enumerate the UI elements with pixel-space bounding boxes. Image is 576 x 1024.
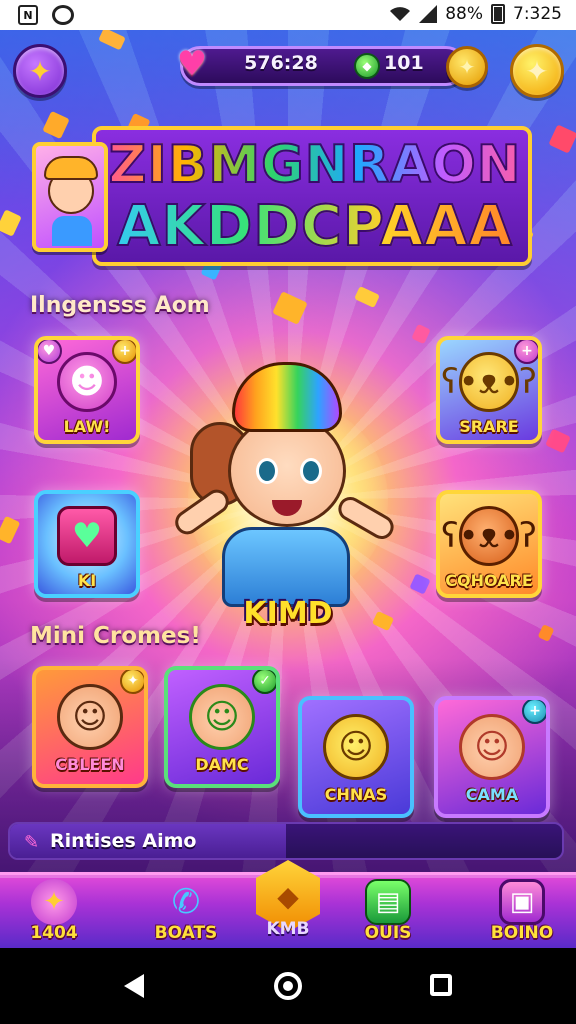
- notification-icon: N: [18, 5, 38, 25]
- confetti-gem: [0, 209, 22, 237]
- orange-bear-icon: ʕ•ᴥ•ʔ: [441, 506, 537, 566]
- heart-badge-icon: ♥: [38, 340, 62, 364]
- logo-title-line2: AKDDCPAAA: [100, 192, 530, 262]
- carrot-icon: ✦: [31, 879, 77, 925]
- confetti-gem: [409, 573, 431, 595]
- timer-readout: 576:28: [244, 52, 318, 74]
- plus-badge-icon: +: [112, 340, 136, 364]
- coin-badge-icon: ✦: [120, 670, 144, 694]
- feature-tile-2-label: SRARE: [459, 417, 519, 436]
- menu-icon: ✦: [28, 54, 52, 88]
- mini-game-tile-2-label: DAMC: [195, 755, 249, 774]
- menu-button[interactable]: ✦: [13, 44, 67, 98]
- settings-icon: ✦: [525, 54, 549, 88]
- progress-bar[interactable]: ✎ Rintises Aimo: [8, 822, 564, 860]
- section-title-top: Ilngensss Aom: [30, 293, 210, 318]
- feature-tile-1[interactable]: ♥ + ☻ LAW!: [34, 336, 140, 444]
- mini-game-tile-1-label: CBLEEN: [55, 755, 125, 774]
- hero-right-eye: [300, 458, 322, 484]
- hero-left-eye: [256, 458, 278, 484]
- coin-icon: ✦: [458, 55, 476, 79]
- nav-item-4[interactable]: ▤ OUIS: [338, 875, 438, 948]
- coin-button[interactable]: ✦: [446, 46, 488, 88]
- recent-apps-icon[interactable]: [430, 974, 452, 996]
- nav-item-5-label: BOINO: [490, 923, 554, 943]
- system-nav-bar: [0, 948, 576, 1024]
- logo-title-line1: ZIBMGNRAON: [100, 130, 530, 200]
- hero-body: [222, 527, 350, 607]
- wifi-icon: [390, 7, 411, 21]
- feature-tile-1-label: LAW!: [63, 417, 111, 436]
- hero-name: KIMD: [243, 596, 333, 631]
- home-icon[interactable]: [274, 972, 302, 1000]
- feature-tile-3-label: KI: [77, 571, 97, 590]
- confetti-gem: [354, 286, 380, 308]
- gem-count: 101: [384, 52, 424, 74]
- logo-portrait: [32, 142, 108, 252]
- feature-tile-2[interactable]: + ʕ•ᴥ•ʔ SRARE: [436, 336, 542, 444]
- confetti-gem: [537, 624, 555, 642]
- green-hair-kid-icon: ☺: [189, 684, 255, 750]
- confetti-gem: [98, 30, 126, 51]
- battery-percent: 88%: [445, 4, 483, 24]
- confetti-gem: [545, 428, 571, 454]
- nav-item-5[interactable]: ▣ BOINO: [472, 875, 572, 948]
- feature-tile-3[interactable]: ♥ KI: [34, 490, 140, 598]
- sparkle-icon: ✎: [24, 832, 40, 853]
- nav-item-3-label: KMB: [266, 919, 310, 939]
- book-icon: ▤: [365, 879, 411, 925]
- nav-item-1-label: 1404: [30, 923, 78, 943]
- pink-monster-icon: ☻: [57, 352, 117, 412]
- mini-game-tile-4-label: CAMA: [465, 785, 519, 804]
- back-icon[interactable]: [124, 974, 144, 998]
- yellow-bear-icon: ʕ•ᴥ•ʔ: [441, 352, 537, 412]
- settings-button[interactable]: ✦: [510, 44, 564, 98]
- gem-icon: ◆: [354, 53, 380, 79]
- confetti-gem: [0, 515, 21, 545]
- mini-game-tile-4[interactable]: + ☺ CAMA: [434, 696, 550, 818]
- feature-tile-4[interactable]: ʕ•ᴥ•ʔ CQHOARE: [436, 490, 542, 598]
- heart-gem-icon: ♥: [57, 506, 117, 566]
- sync-icon: [52, 5, 74, 25]
- plus-badge-icon: +: [522, 700, 546, 724]
- confetti-gem: [272, 291, 308, 325]
- progress-label: Rintises Aimo: [50, 830, 197, 852]
- section-title-mini-games: Mini Cromes!: [30, 623, 201, 649]
- nav-item-1[interactable]: ✦ 1404: [4, 875, 104, 948]
- mini-game-tile-1[interactable]: ✦ ☺ CBLEEN: [32, 666, 148, 788]
- nav-item-2[interactable]: ✆ BOATS: [136, 875, 236, 948]
- mini-game-tile-3[interactable]: ☺ CHNAS: [298, 696, 414, 818]
- nav-item-2-label: BOATS: [154, 923, 218, 943]
- battery-icon: [491, 4, 505, 24]
- signal-icon: [419, 5, 438, 23]
- yellow-creature-icon: ☺: [323, 714, 389, 780]
- blond-kid-icon: ☺: [57, 684, 123, 750]
- mini-game-tile-2[interactable]: ✓ ☺ DAMC: [164, 666, 280, 788]
- hero-rainbow-hair: [232, 362, 342, 432]
- tv-icon: ▣: [499, 879, 545, 925]
- clock: 7:325: [513, 4, 562, 24]
- feature-tile-4-label: CQHOARE: [445, 571, 533, 590]
- phone-icon: ✆: [171, 882, 201, 922]
- status-bar: N 88% 7:325: [0, 0, 576, 30]
- confetti-gem: [42, 110, 70, 140]
- confetti-gem: [371, 610, 395, 632]
- game-screen: ✦ ♥ 576:28 ◆ 101 ✦ ✦ ZIBMGNRAON AKDDCPAA…: [0, 30, 576, 948]
- nav-item-4-label: OUIS: [364, 923, 412, 943]
- mini-game-tile-3-label: CHNAS: [324, 785, 388, 804]
- rainbow-hair-kid-icon: ☺: [459, 714, 525, 780]
- heart-icon: ♥: [176, 44, 208, 84]
- confetti-gem: [548, 124, 576, 154]
- check-badge-icon: ✓: [252, 670, 276, 694]
- confetti-gem: [411, 323, 431, 345]
- plus-badge-icon: +: [514, 340, 538, 364]
